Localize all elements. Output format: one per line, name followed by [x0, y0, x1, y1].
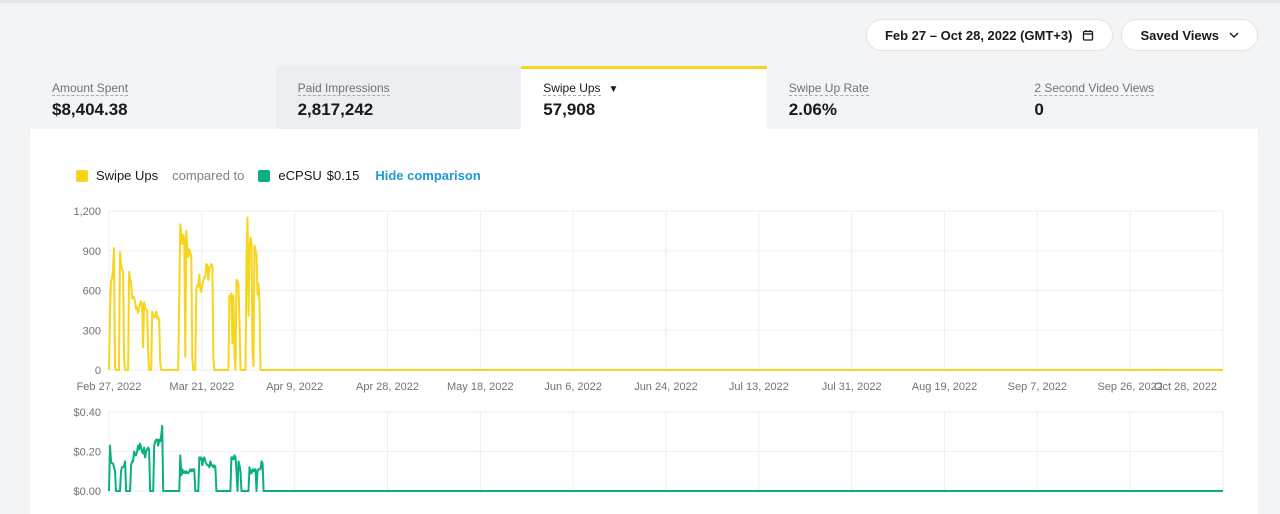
- x-tick-label: Apr 9, 2022: [266, 381, 323, 393]
- metric-value: 0: [1034, 100, 1044, 119]
- metrics-tabs: Amount Spent $8,404.38 Paid Impressions …: [30, 66, 1258, 129]
- y-tick-label: 600: [83, 286, 101, 298]
- y-tick-label: $0.00: [73, 486, 101, 498]
- x-tick-label: Aug 19, 2022: [912, 381, 977, 393]
- metric-paid-impressions[interactable]: Paid Impressions 2,817,242: [275, 66, 522, 129]
- metric-value: 2,817,242: [297, 100, 374, 119]
- y-tick-label: $0.20: [73, 447, 101, 459]
- x-tick-label: Jun 6, 2022: [544, 381, 602, 393]
- metric-swipe-ups[interactable]: Swipe Ups ▼ 57,908: [521, 66, 767, 129]
- metric-value: 57,908: [543, 100, 596, 119]
- x-tick-label: Apr 28, 2022: [356, 381, 419, 393]
- y-tick-label: 900: [83, 246, 101, 258]
- saved-views-label: Saved Views: [1140, 27, 1219, 43]
- x-tick-label: Jul 13, 2022: [729, 381, 789, 393]
- toolbar: Feb 27 – Oct 28, 2022 (GMT+3) Saved View…: [865, 19, 1258, 51]
- y-tick-label: 300: [83, 325, 101, 337]
- y-tick-label: $0.40: [73, 407, 101, 419]
- chart-card: Swipe Ups compared to eCPSU $0.15 Hide c…: [30, 129, 1258, 514]
- metric-label: Amount Spent: [52, 81, 129, 96]
- metric-label: Swipe Ups: [543, 81, 601, 96]
- metric-2-second-video-views[interactable]: 2 Second Video Views 0: [1012, 66, 1258, 129]
- calendar-icon: [1082, 29, 1094, 41]
- metric-label: Swipe Up Rate: [788, 81, 869, 96]
- chevron-down-icon: [1229, 32, 1239, 38]
- chart-canvas: 0 300 600 900 1,200 Feb 27, 2022 Mar 21, 2022 A…: [73, 206, 1224, 498]
- caret-down-icon[interactable]: ▼: [609, 84, 619, 95]
- x-tick-label: Mar 21, 2022: [169, 381, 234, 393]
- y-tick-label: 1,200: [73, 206, 101, 218]
- date-range-label: Feb 27 – Oct 28, 2022 (GMT+3): [884, 27, 1073, 43]
- metric-value: $8,404.38: [52, 100, 128, 119]
- metric-amount-spent[interactable]: Amount Spent $8,404.38: [30, 66, 276, 129]
- x-tick-label: Jun 24, 2022: [634, 381, 698, 393]
- saved-views-dropdown[interactable]: Saved Views: [1121, 19, 1258, 51]
- x-tick-label: Sep 7, 2022: [1008, 381, 1067, 393]
- top-divider: [0, 0, 1280, 3]
- metric-value: 2.06%: [788, 100, 837, 119]
- metric-swipe-up-rate[interactable]: Swipe Up Rate 2.06%: [766, 66, 1013, 129]
- x-tick-label: Oct 28, 2022: [1154, 381, 1217, 393]
- x-tick-label: Jul 31, 2022: [822, 381, 882, 393]
- date-range-picker[interactable]: Feb 27 – Oct 28, 2022 (GMT+3): [865, 19, 1114, 51]
- x-tick-label: Feb 27, 2022: [77, 381, 142, 393]
- metric-label: Paid Impressions: [297, 81, 390, 96]
- y-tick-label: 0: [95, 365, 101, 377]
- x-tick-label: May 18, 2022: [447, 381, 514, 393]
- metric-label: 2 Second Video Views: [1034, 81, 1155, 96]
